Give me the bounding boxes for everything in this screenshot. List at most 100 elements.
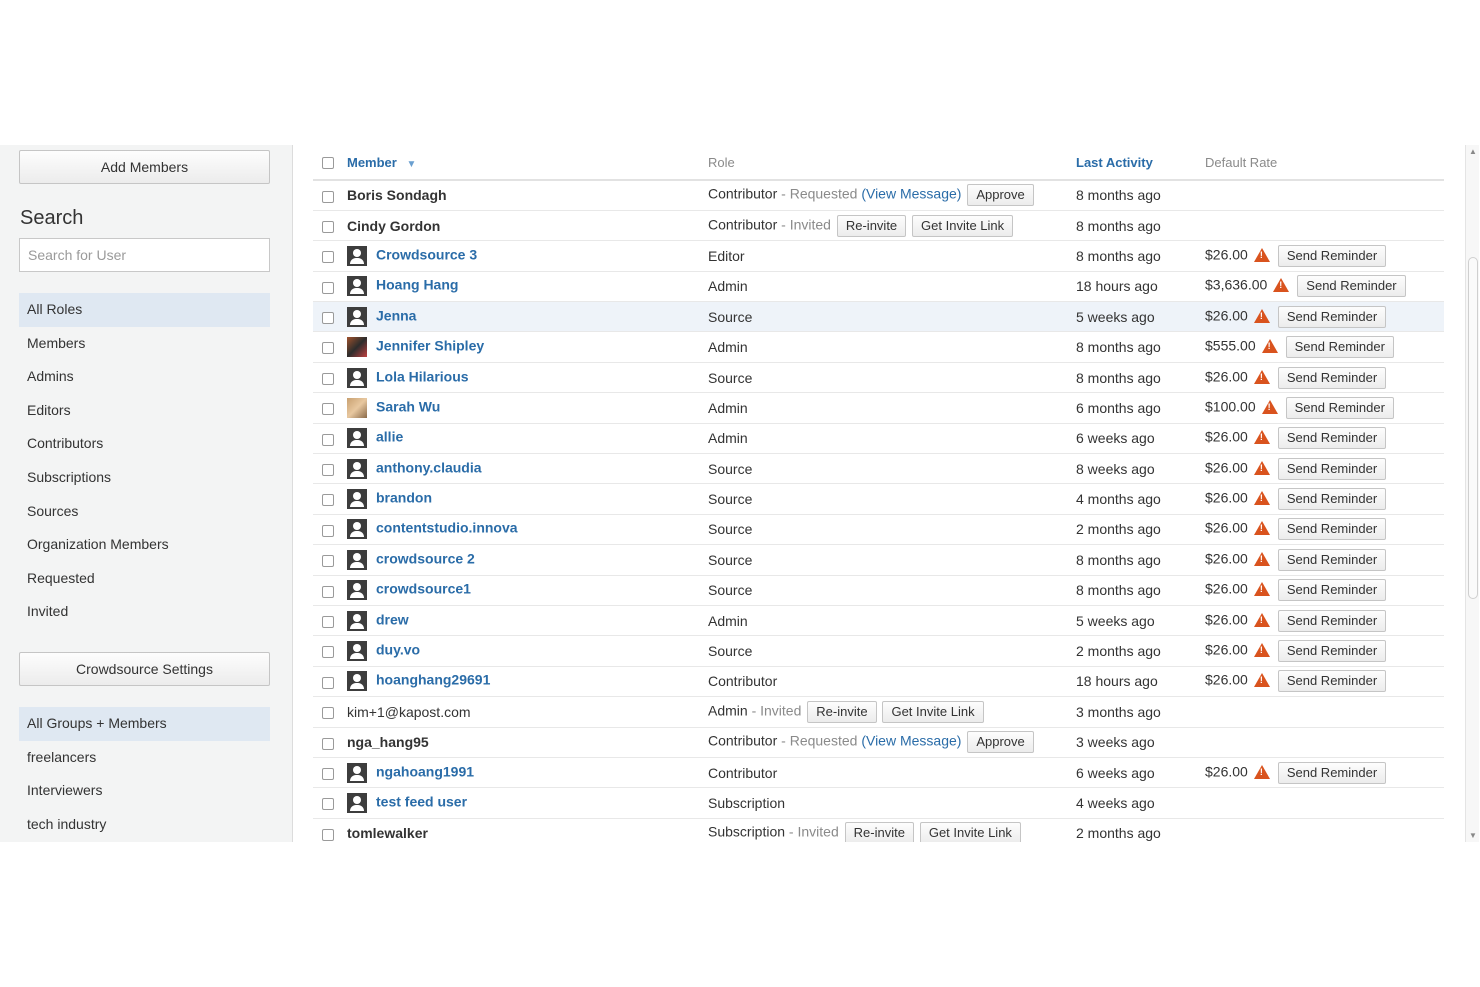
scroll-up-arrow-icon[interactable]: ▲	[1469, 147, 1477, 156]
re-invite-button[interactable]: Re-invite	[844, 822, 914, 842]
member-name[interactable]: allie	[376, 429, 403, 445]
approve-button[interactable]: Approve	[967, 184, 1034, 207]
table-row[interactable]: Sarah Wu Admin 6 months ago$100.00 Send Rem…	[313, 392, 1444, 424]
member-name[interactable]: crowdsource 2	[376, 551, 475, 567]
vertical-scrollbar[interactable]: ▲ ▼	[1465, 145, 1479, 842]
row-checkbox[interactable]	[322, 585, 334, 598]
scrollbar-thumb[interactable]	[1468, 257, 1478, 599]
role-filter-editors[interactable]: Editors	[19, 394, 270, 428]
send-reminder-button[interactable]: Send Reminder	[1277, 457, 1387, 480]
member-name[interactable]: contentstudio.innova	[376, 520, 518, 536]
table-row[interactable]: Cindy Gordon Contributor - Invited Re-inv…	[313, 210, 1444, 242]
member-name[interactable]: Lola Hilarious	[376, 368, 469, 384]
role-filter-sources[interactable]: Sources	[19, 495, 270, 529]
role-filter-subscriptions[interactable]: Subscriptions	[19, 461, 270, 495]
send-reminder-button[interactable]: Send Reminder	[1277, 548, 1387, 571]
row-checkbox[interactable]	[322, 798, 334, 811]
search-user-input[interactable]	[19, 238, 270, 272]
member-name[interactable]: crowdsource1	[376, 581, 471, 597]
member-name[interactable]: ngahoang1991	[376, 763, 474, 779]
view-message-link[interactable]: (View Message)	[861, 186, 961, 202]
member-name[interactable]: anthony.claudia	[376, 459, 482, 475]
row-checkbox[interactable]	[322, 737, 334, 750]
row-checkbox[interactable]	[322, 190, 334, 203]
view-message-link[interactable]: (View Message)	[861, 733, 961, 749]
table-row[interactable]: Hoang Hang Admin 18 hours ago$3,636.00 Send…	[313, 271, 1444, 303]
table-row[interactable]: crowdsource 2 Source 8 months ago$26.00 Sen…	[313, 544, 1444, 576]
member-name[interactable]: duy.vo	[376, 642, 420, 658]
row-checkbox[interactable]	[322, 828, 334, 841]
member-name[interactable]: Crowdsource 3	[376, 247, 477, 263]
row-checkbox[interactable]	[322, 220, 334, 233]
table-row[interactable]: anthony.claudia Source 8 weeks ago$26.00 Se…	[313, 453, 1444, 485]
row-checkbox[interactable]	[322, 342, 334, 355]
table-row[interactable]: kim+1@kapost.com Admin - Invited Re-invit…	[313, 696, 1444, 728]
table-row[interactable]: test feed user Subscription 4 weeks ago	[313, 787, 1444, 819]
row-checkbox[interactable]	[322, 767, 334, 780]
row-checkbox[interactable]	[322, 372, 334, 385]
select-all-checkbox[interactable]	[322, 157, 334, 170]
member-name[interactable]: brandon	[376, 490, 432, 506]
role-filter-requested[interactable]: Requested	[19, 562, 270, 596]
row-checkbox[interactable]	[322, 615, 334, 628]
send-reminder-button[interactable]: Send Reminder	[1277, 518, 1387, 541]
send-reminder-button[interactable]: Send Reminder	[1285, 336, 1394, 359]
row-checkbox[interactable]	[322, 251, 334, 264]
table-row[interactable]: Jennifer Shipley Admin 8 months ago $555.00…	[313, 331, 1444, 363]
row-checkbox[interactable]	[322, 676, 334, 689]
member-name[interactable]: Sarah Wu	[376, 399, 440, 415]
table-row[interactable]: nga_hang95 Contributor - Requested (View …	[313, 727, 1444, 758]
row-checkbox[interactable]	[322, 494, 334, 507]
send-reminder-button[interactable]: Send Reminder	[1285, 396, 1394, 419]
get-invite-link-button[interactable]: Get Invite Link	[912, 214, 1014, 237]
re-invite-button[interactable]: Re-invite	[836, 214, 907, 237]
role-filter-admins[interactable]: Admins	[19, 360, 270, 394]
send-reminder-button[interactable]: Send Reminder	[1277, 427, 1387, 450]
re-invite-button[interactable]: Re-invite	[807, 700, 877, 723]
send-reminder-button[interactable]: Send Reminder	[1277, 761, 1387, 784]
row-checkbox[interactable]	[322, 464, 334, 476]
member-name[interactable]: hoanghang29691	[376, 672, 490, 688]
table-row[interactable]: ngahoang1991 Contributor 6 weeks ago $26.00…	[313, 757, 1444, 789]
member-name[interactable]: Jennifer Shipley	[376, 338, 484, 354]
get-invite-link-button[interactable]: Get Invite Link	[882, 700, 984, 723]
approve-button[interactable]: Approve	[967, 731, 1034, 754]
group-filter-freelancers[interactable]: freelancers	[19, 741, 270, 775]
role-filter-all-roles[interactable]: All Roles	[19, 293, 270, 327]
send-reminder-button[interactable]: Send Reminder	[1277, 609, 1387, 632]
last-activity-column-header[interactable]: Last Activity	[1076, 145, 1205, 181]
row-checkbox[interactable]	[322, 403, 334, 416]
row-checkbox[interactable]	[322, 281, 334, 294]
send-reminder-button[interactable]: Send Reminder	[1277, 244, 1387, 267]
row-checkbox[interactable]	[322, 433, 334, 446]
group-filter-tech-industry[interactable]: tech industry	[19, 808, 270, 842]
row-checkbox[interactable]	[322, 524, 334, 537]
table-row[interactable]: duy.vo Source 2 months ago$26.00 Send Remin…	[313, 635, 1444, 667]
role-filter-invited[interactable]: Invited	[19, 595, 270, 629]
table-row[interactable]: Jenna Source 5 weeks ago$26.00 Send Reminde…	[313, 301, 1444, 333]
send-reminder-button[interactable]: Send Reminder	[1277, 305, 1387, 328]
role-filter-organization-members[interactable]: Organization Members	[19, 528, 270, 562]
table-row[interactable]: Boris Sondagh Contributor - Requested (Vi…	[313, 180, 1444, 211]
send-reminder-button[interactable]: Send Reminder	[1277, 640, 1387, 663]
table-row[interactable]: Crowdsource 3 Editor 8 months ago$26.00 Sen…	[313, 240, 1444, 272]
table-row[interactable]: tomlewalker Subscription - Invited Re-inv…	[313, 818, 1444, 842]
send-reminder-button[interactable]: Send Reminder	[1277, 366, 1387, 389]
table-row[interactable]: brandon Source 4 months ago$26.00 Send Remi…	[313, 483, 1444, 515]
member-name[interactable]: drew	[376, 611, 409, 627]
row-checkbox[interactable]	[322, 312, 334, 325]
role-filter-contributors[interactable]: Contributors	[19, 427, 270, 461]
add-members-button[interactable]: Add Members	[19, 150, 270, 184]
role-filter-members[interactable]: Members	[19, 327, 270, 361]
send-reminder-button[interactable]: Send Reminder	[1277, 670, 1387, 693]
table-row[interactable]: contentstudio.innova Source 2 months ago $2…	[313, 514, 1444, 546]
send-reminder-button[interactable]: Send Reminder	[1297, 275, 1406, 298]
send-reminder-button[interactable]: Send Reminder	[1277, 579, 1387, 602]
table-row[interactable]: crowdsource1 Source 8 months ago$26.00 Send…	[313, 575, 1444, 606]
group-filter-all-groups-members[interactable]: All Groups + Members	[19, 707, 270, 741]
group-filter-interviewers[interactable]: Interviewers	[19, 774, 270, 808]
table-row[interactable]: allie Admin 6 weeks ago$26.00 Send Reminder	[313, 423, 1444, 455]
table-row[interactable]: Lola Hilarious Source 8 months ago$26.00 Se…	[313, 362, 1444, 394]
member-column-header[interactable]: Member ▼	[347, 145, 708, 181]
row-checkbox[interactable]	[322, 707, 334, 720]
